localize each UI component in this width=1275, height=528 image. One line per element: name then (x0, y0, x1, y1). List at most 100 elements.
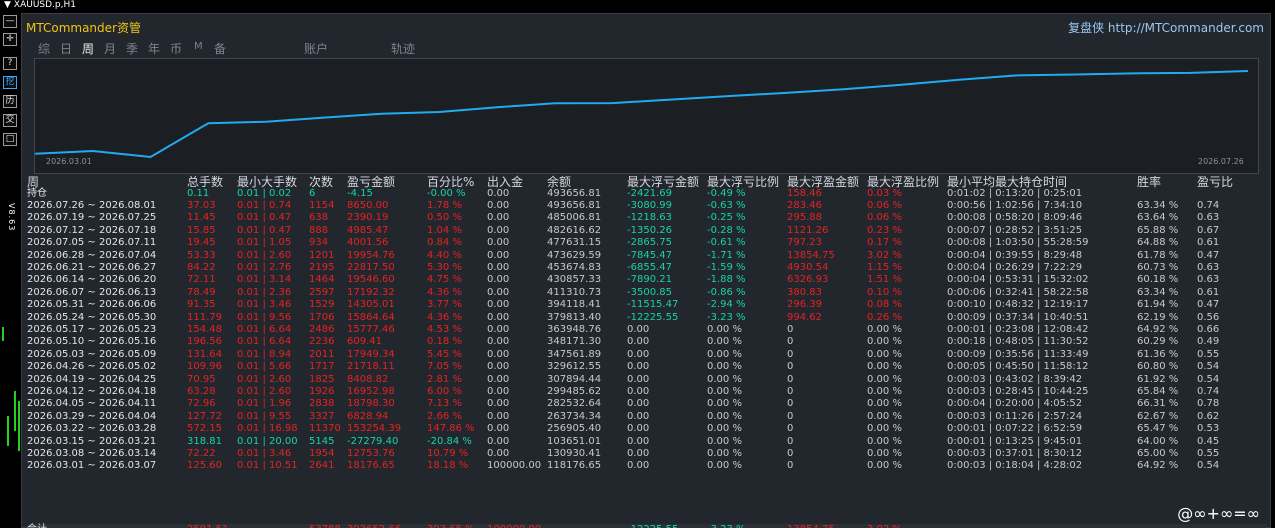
cell-balance: 299485.62 (547, 386, 602, 397)
cell-max-float-loss: -12225.55 (627, 311, 679, 323)
tab-month[interactable]: 月 (104, 40, 116, 57)
cell-max-float-loss-pct: -1.71 % (707, 249, 746, 261)
cell-balance: 394118.41 (547, 299, 602, 311)
cell-deposit: 0.00 (487, 188, 510, 199)
cell-pnl: 6828.94 (347, 410, 389, 422)
cell-week: 2026.05.31 ~ 2026.06.06 (27, 299, 157, 311)
cell-week: 2026.05.17 ~ 2026.05.23 (27, 324, 157, 335)
cell-pnl-ratio: 0.63 (1197, 212, 1220, 224)
tab-overview[interactable]: 综 (38, 40, 50, 57)
table-row: 2026.04.26 ~ 2026.05.02 109.96 0.01 | 5.66… (27, 361, 1267, 373)
cell-max-float-loss-pct: 0.00 % (707, 336, 742, 348)
cell-max-float-loss-pct: -2.94 % (707, 299, 746, 311)
cell-percent: 7.05 % (427, 361, 462, 373)
cell-percent: 0.50 % (427, 212, 462, 224)
cell-max-float-loss-pct: -1.59 % (707, 262, 746, 273)
cell-max-float-profit: 6326.93 (787, 274, 829, 286)
equity-curve-svg (35, 70, 1249, 159)
cell-pnl-ratio: 0.55 (1197, 348, 1220, 360)
cell-balance: 282532.64 (547, 398, 602, 410)
cell-week: 2026.03.15 ~ 2026.03.21 (27, 435, 157, 447)
cell-max-float-loss: 最大浮亏金额 (627, 175, 700, 189)
cell-balance: 411310.73 (547, 286, 602, 298)
history-button[interactable]: 历 (3, 95, 17, 108)
table-row: 2026.07.26 ~ 2026.08.01 37.03 0.01 | 0.74 1… (27, 200, 1267, 212)
cell-percent: 4.53 % (427, 324, 462, 335)
footer-logo: @∞+∞=∞ (1177, 504, 1260, 523)
window-button[interactable]: □ (3, 133, 17, 146)
minimize-button[interactable]: — (3, 15, 17, 28)
cell-max-float-profit-pct: 0.03 % (867, 188, 902, 199)
table-row: 2026.07.05 ~ 2026.07.11 19.45 0.01 | 1.05 9… (27, 237, 1267, 249)
tab-day[interactable]: 日 (60, 40, 72, 57)
move-button[interactable]: ✛ (3, 33, 17, 46)
trade-button[interactable]: 交 (3, 114, 17, 127)
cell-min-max-lots: 最小大手数 (237, 175, 298, 189)
total-row: 合计 2591.51 53788 393652.66 393.65 % 100000.00… (27, 524, 1267, 528)
cell-max-float-loss-pct: 0.00 % (707, 386, 742, 397)
cell-pnl-ratio: 0.74 (1197, 200, 1220, 211)
tab-week[interactable]: 周 (82, 40, 94, 57)
cell-total-lots: 63.28 (187, 386, 216, 397)
cell-min-max-lots: 0.01 | 0.47 (237, 224, 292, 236)
website-link[interactable]: 复盘侠 http://MTCommander.com (1068, 19, 1264, 36)
tab-magic[interactable]: M (194, 41, 203, 52)
dropdown-arrow-icon[interactable]: ▼ (4, 0, 11, 10)
cell-pnl-ratio: 0.54 (1197, 460, 1220, 472)
cell-win-rate: 60.73 % (1137, 262, 1179, 273)
cell-total-lots: 19.45 (187, 237, 216, 249)
chart-title-bar: ▼ XAUUSD.p,H1 (0, 0, 1275, 11)
cell-max-float-profit-pct: 0.00 % (867, 435, 902, 447)
tab-note[interactable]: 备 (214, 40, 226, 57)
cell-count: 1201 (309, 249, 335, 261)
cell-max-float-profit-pct: 0.06 % (867, 212, 902, 224)
panel-header: MTCommander资管 复盘侠 http://MTCommander.com (22, 14, 1270, 38)
cell-count: 1464 (309, 274, 335, 286)
cell-max-float-loss: 0.00 (627, 410, 650, 422)
cell-week: 持仓 (27, 188, 47, 199)
cell-max-float-loss-pct: -3.23 % (707, 524, 746, 528)
tab-quarter[interactable]: 季 (126, 40, 138, 57)
cell-max-float-loss: -3500.85 (627, 286, 672, 298)
table-row: 2026.03.15 ~ 2026.03.21 318.81 0.01 | 20.0… (27, 436, 1267, 448)
cell-pnl-ratio: 0.49 (1197, 336, 1220, 348)
cell-deposit: 100000.00 (487, 524, 541, 528)
cell-max-float-loss-pct: 0.00 % (707, 361, 742, 373)
mine-button[interactable]: 挖 (3, 76, 17, 89)
cell-max-float-loss-pct: 0.00 % (707, 348, 742, 360)
cell-win-rate: 60.80 % (1137, 361, 1179, 373)
cell-count: 1954 (309, 448, 335, 459)
cell-min-max-lots: 0.01 | 2.60 (237, 386, 292, 397)
cell-max-float-loss-pct: 0.00 % (707, 460, 742, 472)
cell-balance: 118176.65 (547, 460, 602, 472)
help-button[interactable]: ? (3, 57, 17, 70)
cell-hold-time: 0:00:03 | 0:28:45 | 10:44:25 (947, 386, 1089, 397)
cell-max-float-loss-pct: -0.86 % (707, 286, 746, 298)
cell-max-float-loss-pct: -0.63 % (707, 200, 746, 211)
tab-currency[interactable]: 币 (170, 40, 182, 57)
cell-win-rate: 61.78 % (1137, 249, 1179, 261)
cell-pnl: 2390.19 (347, 212, 389, 224)
cell-total-lots: 72.22 (187, 448, 216, 459)
cell-total-lots: 127.72 (187, 410, 222, 422)
cell-total-lots: 111.79 (187, 311, 222, 323)
cell-max-float-loss-pct: 0.00 % (707, 448, 742, 459)
cell-deposit: 0.00 (487, 224, 510, 236)
candle-mark (7, 416, 9, 446)
cell-max-float-profit-pct: 3.02 % (867, 249, 902, 261)
cell-pnl: 15864.64 (347, 311, 395, 323)
cell-total-lots: 131.64 (187, 348, 222, 360)
cell-max-float-profit: 283.46 (787, 200, 822, 211)
cell-max-float-loss: -7890.21 (627, 274, 672, 286)
cell-max-float-loss-pct: 0.00 % (707, 410, 742, 422)
table-row: 2026.06.14 ~ 2026.06.20 72.11 0.01 | 3.14 1… (27, 274, 1267, 286)
cell-min-max-lots: 0.01 | 2.60 (237, 373, 292, 385)
cell-week: 2026.03.22 ~ 2026.03.28 (27, 423, 157, 435)
tab-account[interactable]: 账户 (304, 40, 328, 57)
cell-pnl-ratio: 0.66 (1197, 324, 1220, 335)
tab-year[interactable]: 年 (148, 40, 160, 57)
cell-min-max-lots: 0.01 | 1.05 (237, 237, 292, 249)
cell-balance: 363948.76 (547, 324, 602, 335)
cell-balance: 477631.15 (547, 237, 602, 249)
tab-track[interactable]: 轨迹 (391, 40, 415, 57)
